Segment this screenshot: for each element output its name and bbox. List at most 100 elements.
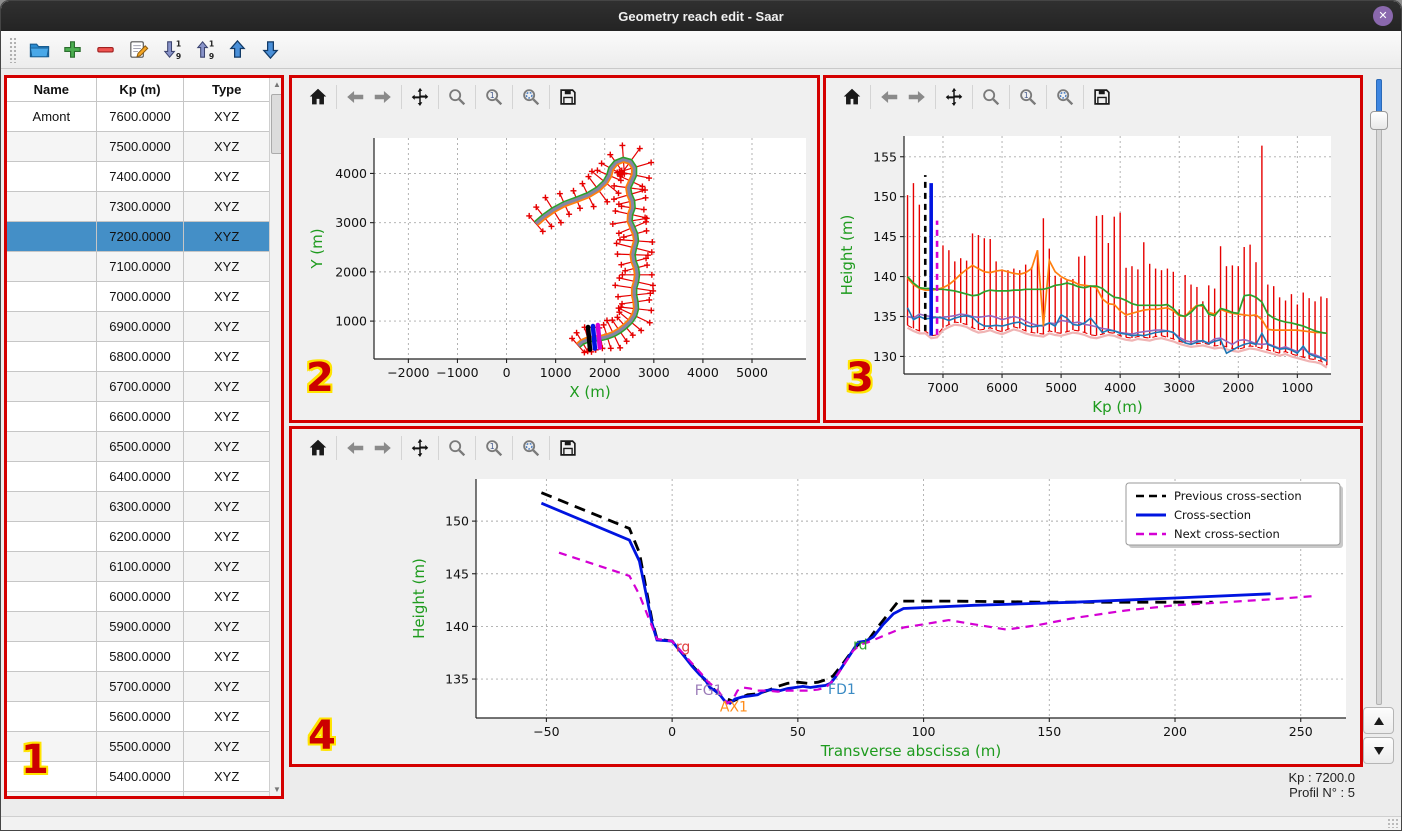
- table-row[interactable]: 6400.0000 XYZ: [7, 462, 269, 492]
- zoom-one-button[interactable]: 1: [480, 83, 508, 111]
- cell-type[interactable]: XYZ: [184, 162, 269, 192]
- cell-type[interactable]: XYZ: [184, 762, 269, 792]
- forward-button[interactable]: [369, 83, 397, 111]
- column-header-type[interactable]: Type: [184, 78, 269, 102]
- pan-button[interactable]: [406, 83, 434, 111]
- table-row[interactable]: Amont 7600.0000 XYZ: [7, 102, 269, 132]
- cell-kp[interactable]: 7100.0000: [96, 252, 185, 282]
- table-scrollbar[interactable]: ▲ ▼: [269, 78, 284, 797]
- table-row[interactable]: 6900.0000 XYZ: [7, 312, 269, 342]
- cell-kp[interactable]: 7600.0000: [96, 102, 185, 132]
- cell-kp[interactable]: 7000.0000: [96, 282, 185, 312]
- cell-name[interactable]: [7, 672, 97, 702]
- cell-name[interactable]: [7, 552, 97, 582]
- table-row[interactable]: 7400.0000 XYZ: [7, 162, 269, 192]
- cell-name[interactable]: [7, 432, 97, 462]
- cell-name[interactable]: [7, 522, 97, 552]
- table-row[interactable]: 5600.0000 XYZ: [7, 702, 269, 732]
- table-row[interactable]: 7200.0000 XYZ: [7, 222, 269, 252]
- cell-kp[interactable]: 7400.0000: [96, 162, 185, 192]
- cell-name[interactable]: [7, 192, 97, 222]
- zoom-button[interactable]: [977, 83, 1005, 111]
- cell-type[interactable]: XYZ: [184, 372, 269, 402]
- move-down-button[interactable]: [255, 35, 285, 65]
- save-button[interactable]: [554, 83, 582, 111]
- table-row[interactable]: 7000.0000 XYZ: [7, 282, 269, 312]
- zoom-fit-button[interactable]: [1051, 83, 1079, 111]
- zoom-button[interactable]: [443, 83, 471, 111]
- cell-type[interactable]: XYZ: [184, 642, 269, 672]
- cell-type[interactable]: XYZ: [184, 462, 269, 492]
- cell-kp[interactable]: 5400.0000: [96, 762, 185, 792]
- close-icon[interactable]: ✕: [1373, 6, 1393, 26]
- save-button[interactable]: [554, 434, 582, 462]
- cell-type[interactable]: XYZ: [184, 312, 269, 342]
- cell-type[interactable]: XYZ: [184, 492, 269, 522]
- cell-name[interactable]: [7, 582, 97, 612]
- cell-kp[interactable]: 6800.0000: [96, 342, 185, 372]
- cell-kp[interactable]: 5700.0000: [96, 672, 185, 702]
- zoom-fit-button[interactable]: [517, 83, 545, 111]
- table-row[interactable]: 7100.0000 XYZ: [7, 252, 269, 282]
- cell-kp[interactable]: 5900.0000: [96, 612, 185, 642]
- table-row[interactable]: 6500.0000 XYZ: [7, 432, 269, 462]
- cell-name[interactable]: [7, 792, 97, 797]
- cell-name[interactable]: Amont: [7, 102, 97, 132]
- plan-view-plot[interactable]: −2000 −1000 0 1000 2000 3000 4000 5000 1000 2000 3…: [292, 116, 817, 416]
- zoom-fit-button[interactable]: [517, 434, 545, 462]
- cell-type[interactable]: XYZ: [184, 522, 269, 552]
- table-row[interactable]: 7500.0000 XYZ: [7, 132, 269, 162]
- forward-button[interactable]: [369, 434, 397, 462]
- scroll-down-icon[interactable]: ▼: [270, 783, 284, 797]
- cell-kp[interactable]: 6700.0000: [96, 372, 185, 402]
- column-header-name[interactable]: Name: [7, 78, 97, 102]
- cell-type[interactable]: XYZ: [184, 552, 269, 582]
- profile-down-button[interactable]: [1363, 737, 1394, 764]
- cell-name[interactable]: [7, 402, 97, 432]
- cell-name[interactable]: [7, 282, 97, 312]
- table-row[interactable]: 7300.0000 XYZ: [7, 192, 269, 222]
- cell-type[interactable]: XYZ: [184, 702, 269, 732]
- cell-type[interactable]: XYZ: [184, 252, 269, 282]
- toolbar-grip[interactable]: [9, 36, 16, 63]
- cell-name[interactable]: [7, 162, 97, 192]
- sort-ascending-button[interactable]: 19: [189, 35, 219, 65]
- scrollbar-track[interactable]: [270, 92, 284, 783]
- add-cross-section-button[interactable]: [57, 35, 87, 65]
- sort-descending-button[interactable]: 19: [156, 35, 186, 65]
- table-row[interactable]: 6600.0000 XYZ: [7, 402, 269, 432]
- table-row[interactable]: 5300.0000XYZ: [7, 792, 269, 797]
- scroll-up-icon[interactable]: ▲: [270, 78, 284, 92]
- pan-button[interactable]: [406, 434, 434, 462]
- cell-kp[interactable]: 7200.0000: [96, 222, 185, 252]
- cell-name[interactable]: [7, 222, 97, 252]
- cell-kp[interactable]: 6900.0000: [96, 312, 185, 342]
- zoom-one-button[interactable]: 1: [480, 434, 508, 462]
- open-file-button[interactable]: [24, 35, 54, 65]
- table-row[interactable]: 5500.0000 XYZ: [7, 732, 269, 762]
- forward-button[interactable]: [903, 83, 931, 111]
- cell-kp[interactable]: 7300.0000: [96, 192, 185, 222]
- cell-name[interactable]: [7, 372, 97, 402]
- home-button[interactable]: [304, 434, 332, 462]
- profile-up-button[interactable]: [1363, 707, 1394, 734]
- cell-kp[interactable]: 6300.0000: [96, 492, 185, 522]
- cell-kp[interactable]: 6400.0000: [96, 462, 185, 492]
- table-row[interactable]: 5700.0000 XYZ: [7, 672, 269, 702]
- zoom-one-button[interactable]: 1: [1014, 83, 1042, 111]
- cell-type[interactable]: XYZ: [184, 582, 269, 612]
- back-button[interactable]: [875, 83, 903, 111]
- cell-type[interactable]: XYZ: [184, 432, 269, 462]
- remove-cross-section-button[interactable]: [90, 35, 120, 65]
- cell-type[interactable]: XYZ: [184, 732, 269, 762]
- cell-kp[interactable]: 7500.0000: [96, 132, 185, 162]
- cell-name[interactable]: [7, 312, 97, 342]
- cell-name[interactable]: [7, 732, 97, 762]
- cell-type[interactable]: XYZ: [184, 792, 269, 797]
- cell-kp[interactable]: 6100.0000: [96, 552, 185, 582]
- zoom-button[interactable]: [443, 434, 471, 462]
- cell-kp[interactable]: 5500.0000: [96, 732, 185, 762]
- table-row[interactable]: 5400.0000 XYZ: [7, 762, 269, 792]
- cell-name[interactable]: [7, 252, 97, 282]
- cell-type[interactable]: XYZ: [184, 222, 269, 252]
